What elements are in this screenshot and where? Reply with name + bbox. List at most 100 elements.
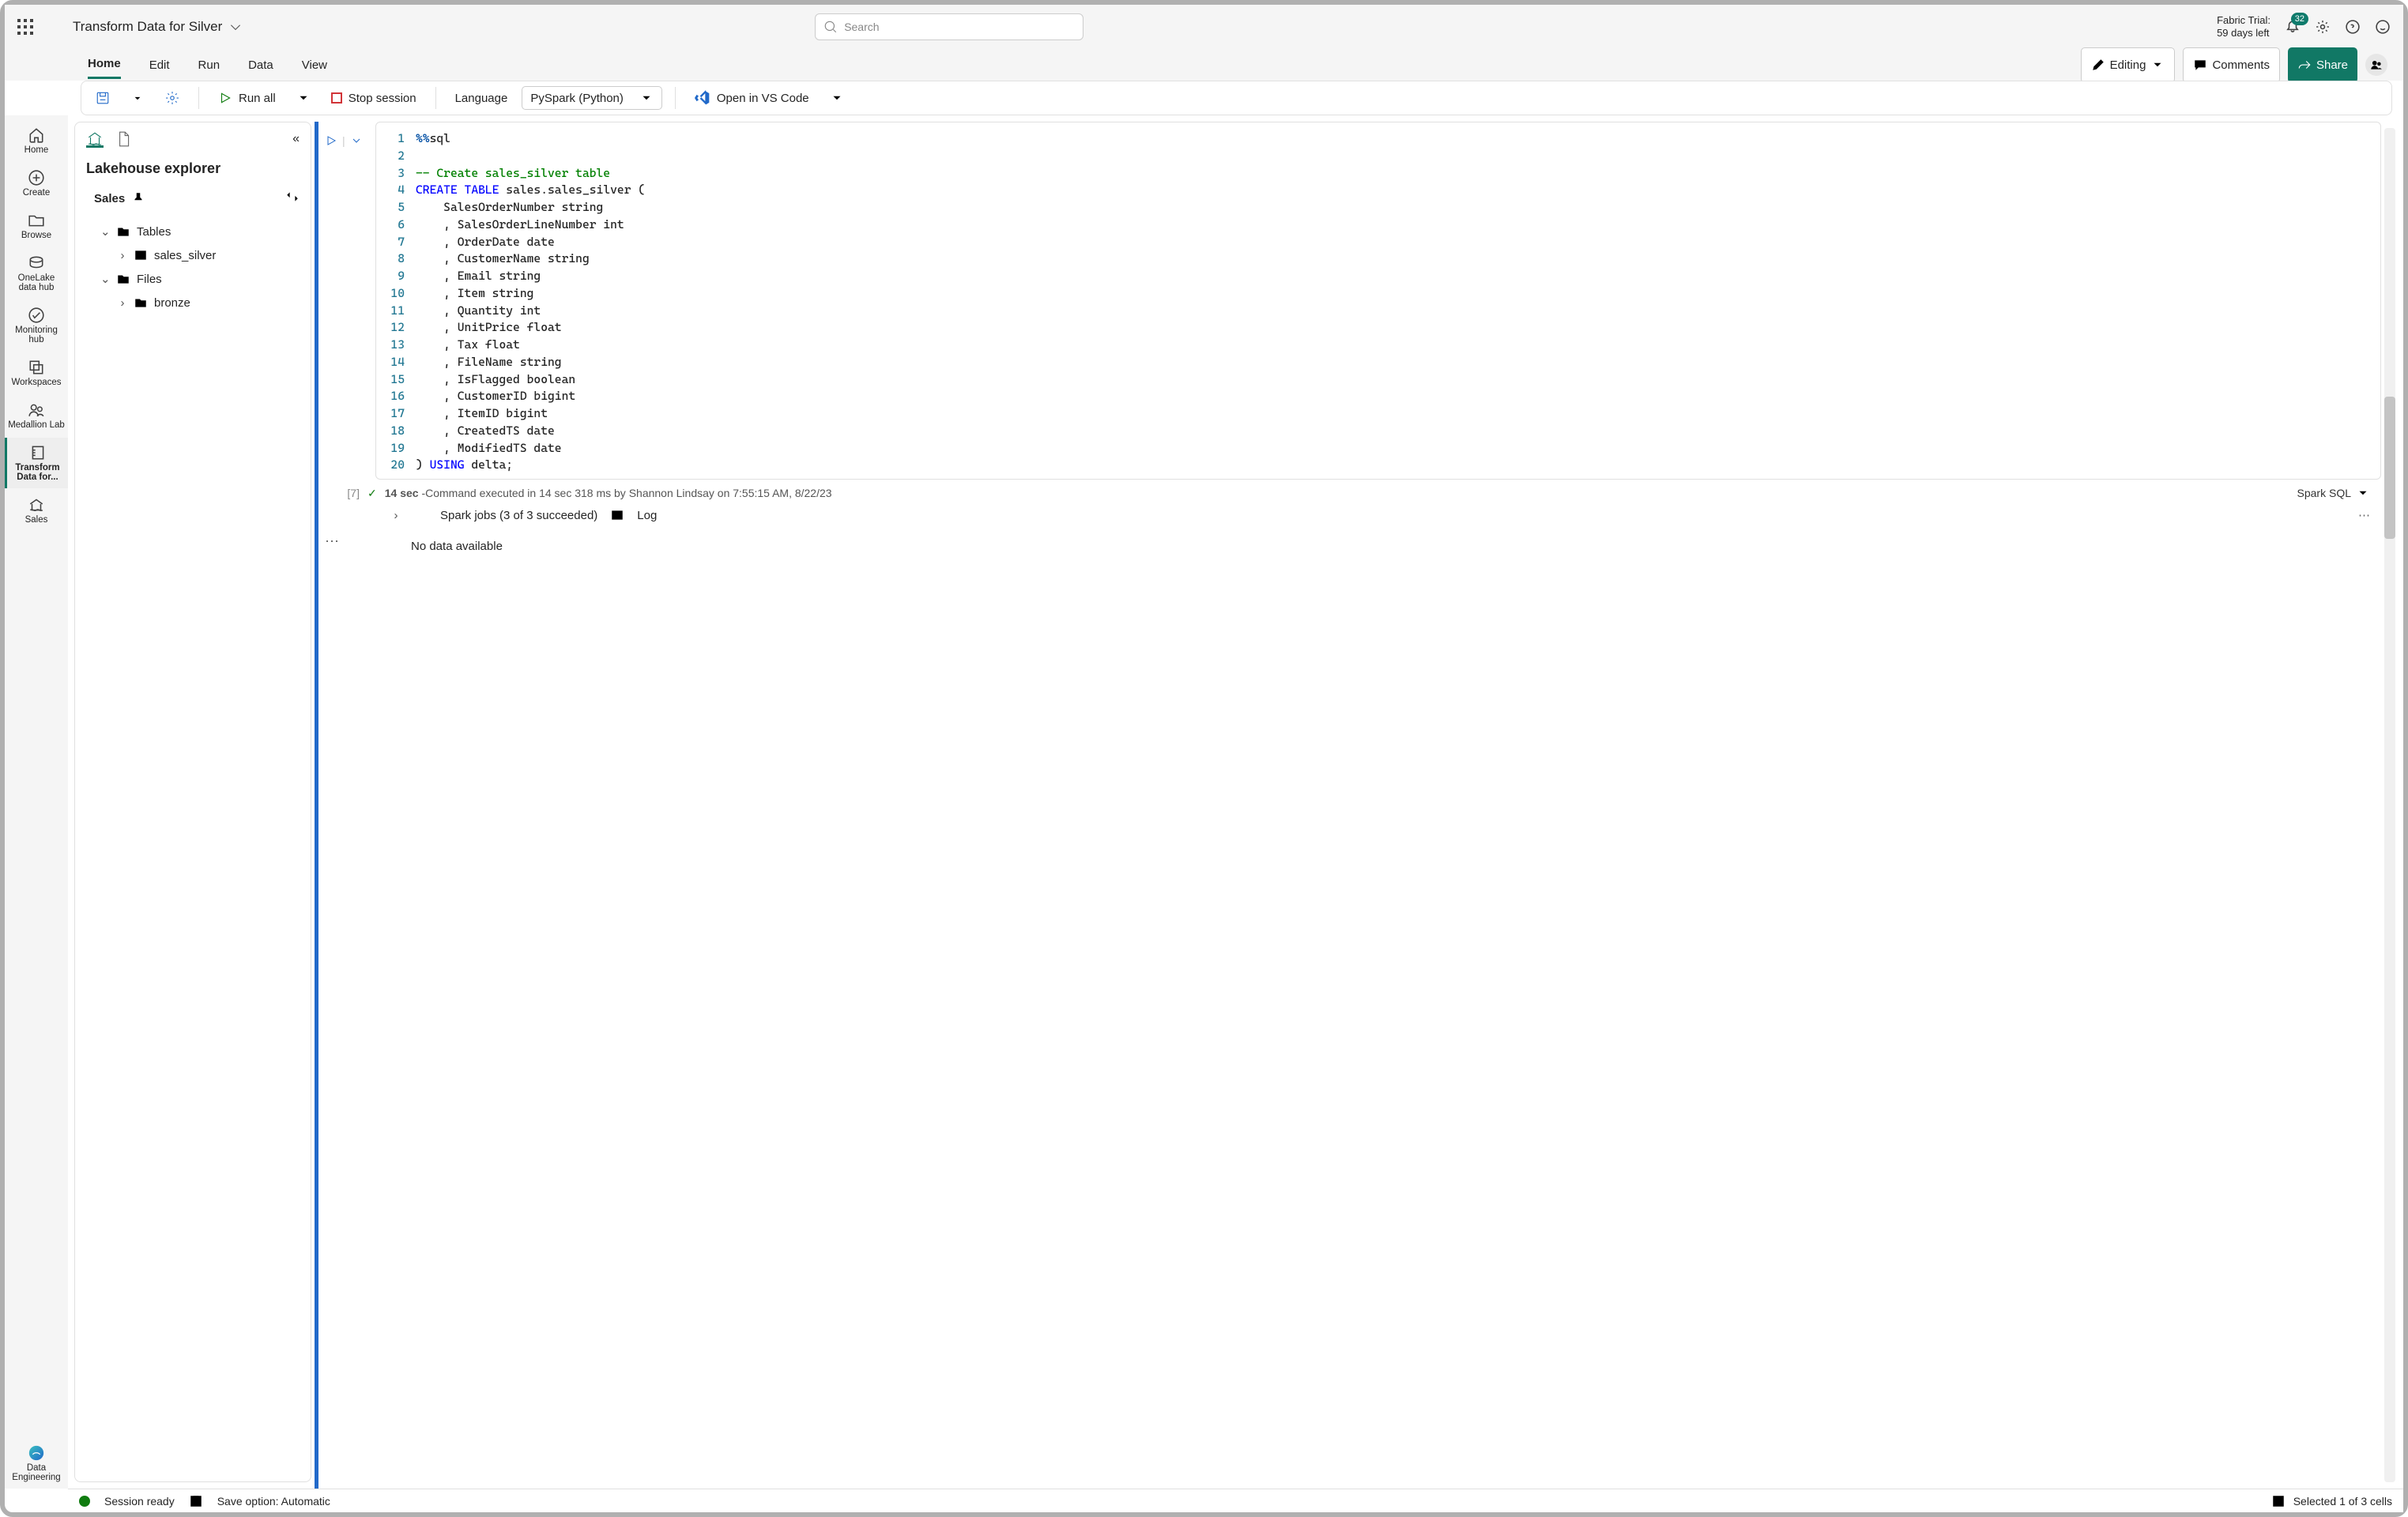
tree-node-sales-silver[interactable]: › sales_silver: [86, 243, 300, 267]
tab-run[interactable]: Run: [198, 52, 220, 78]
settings-tool-button[interactable]: [159, 88, 186, 108]
notebook-cell: | M↓ ⋯ 1%%sql: [315, 122, 2381, 1489]
tab-view[interactable]: View: [302, 52, 327, 78]
document-icon: [115, 130, 132, 148]
tree-node-bronze[interactable]: › bronze: [86, 291, 300, 314]
chevron-down-icon: [830, 91, 844, 105]
rail-home[interactable]: Home: [5, 120, 68, 161]
rail-create[interactable]: Create: [5, 163, 68, 204]
trash-icon[interactable]: [2363, 115, 2377, 116]
stop-session-button[interactable]: Stop session: [325, 88, 423, 108]
cell-status-row: [7] ✓ 14 sec -Command executed in 14 sec…: [325, 480, 2381, 506]
rail-persona[interactable]: Data Engineering: [5, 1438, 68, 1489]
question-icon: [2346, 20, 2360, 34]
output-more[interactable]: ⋯: [2358, 508, 2370, 522]
rail-workspaces[interactable]: Workspaces: [5, 352, 68, 393]
log-link[interactable]: Log: [637, 509, 657, 522]
editing-mode-button[interactable]: Editing: [2081, 47, 2176, 83]
language-label: Language: [449, 88, 514, 108]
rail-onelake[interactable]: OneLake data hub: [5, 248, 68, 299]
ribbon-toolbar: Run all Stop session Language PySpark (P…: [81, 81, 2392, 115]
chevron-down-icon: [639, 91, 654, 105]
spark-jobs-link[interactable]: Spark jobs (3 of 3 succeeded): [440, 509, 597, 522]
freeze-icon[interactable]: [2318, 115, 2332, 116]
account-avatar[interactable]: [2365, 54, 2387, 76]
cell-counter: [7]: [325, 487, 360, 499]
search-icon: [823, 20, 838, 34]
notification-badge: 32: [2291, 13, 2308, 25]
workspaces-icon: [28, 359, 45, 376]
session-indicator-icon: [79, 1496, 90, 1507]
run-all-dropdown[interactable]: [290, 88, 317, 108]
feedback-button[interactable]: [2375, 19, 2391, 35]
smile-icon: [2376, 20, 2390, 34]
rail-browse[interactable]: Browse: [5, 205, 68, 247]
collapse-panel-button[interactable]: «: [292, 132, 300, 146]
save-icon: [189, 1494, 203, 1508]
vscode-dropdown[interactable]: [823, 88, 850, 108]
more-actions[interactable]: ⋯: [2343, 115, 2352, 116]
comment-icon: [2193, 58, 2207, 72]
tab-data[interactable]: Data: [248, 52, 273, 78]
cell-language-select[interactable]: Spark SQL: [2297, 486, 2370, 500]
download-button[interactable]: [124, 88, 151, 108]
pin-icon: [131, 191, 145, 205]
comments-button[interactable]: Comments: [2183, 47, 2280, 83]
tree-node-tables[interactable]: ⌄ Tables: [86, 220, 300, 243]
search-input[interactable]: Search: [815, 13, 1083, 40]
code-editor[interactable]: M↓ ⋯ 1%%sql 2 3-- Create sales_silver ta…: [375, 122, 2381, 480]
cell-toolbar: M↓ ⋯: [2219, 115, 2377, 116]
document-title[interactable]: Transform Data for Silver: [73, 19, 243, 35]
delete-cell-icon[interactable]: [2242, 115, 2256, 116]
save-icon: [96, 91, 110, 105]
settings-button[interactable]: [2315, 19, 2331, 35]
users-icon: [28, 401, 45, 419]
explorer-tab-files[interactable]: [115, 130, 132, 148]
folder-icon: [28, 212, 45, 229]
vertical-scrollbar[interactable]: [2384, 128, 2395, 1482]
explorer-title: Lakehouse explorer: [86, 160, 300, 177]
save-button[interactable]: [89, 88, 116, 108]
share-button[interactable]: Share: [2288, 47, 2357, 83]
run-all-button[interactable]: Run all: [212, 88, 282, 108]
rail-medallion[interactable]: Medallion Lab: [5, 395, 68, 436]
rail-monitoring[interactable]: Monitoring hub: [5, 300, 68, 351]
play-icon: [218, 91, 232, 105]
lakehouse-explorer-panel: « Lakehouse explorer Sales ⌄ Tables › sa…: [74, 122, 311, 1482]
app-launcher-icon[interactable]: [17, 19, 33, 35]
swap-button[interactable]: [285, 190, 300, 207]
expand-output[interactable]: ›: [391, 509, 401, 522]
trial-status: Fabric Trial: 59 days left: [2217, 14, 2270, 39]
rail-sales[interactable]: Sales: [5, 490, 68, 531]
status-bar: Session ready Save option: Automatic Sel…: [68, 1489, 2403, 1512]
lakehouse-icon: [86, 130, 104, 148]
copy-cell-icon[interactable]: [2267, 115, 2282, 116]
chevron-down-icon: [296, 91, 311, 105]
run-cell-button[interactable]: [325, 134, 337, 147]
gear-icon: [165, 91, 179, 105]
lock-icon[interactable]: [2293, 115, 2307, 116]
folder-icon: [116, 272, 130, 286]
tree-node-files[interactable]: ⌄ Files: [86, 267, 300, 291]
explorer-database[interactable]: Sales: [86, 185, 300, 212]
download-icon: [130, 91, 145, 105]
tab-home[interactable]: Home: [88, 51, 121, 79]
language-select[interactable]: PySpark (Python): [522, 86, 662, 110]
explorer-tab-lakehouse[interactable]: [86, 130, 104, 148]
check-icon: ✓: [367, 487, 377, 500]
log-icon: [610, 508, 624, 522]
open-vscode-button[interactable]: Open in VS Code: [688, 87, 816, 109]
cell-more-menu[interactable]: ⋯: [325, 529, 348, 616]
chevron-right-icon: ›: [118, 296, 127, 310]
notifications-button[interactable]: 32: [2285, 19, 2301, 35]
home-icon: [28, 126, 45, 144]
people-icon: [2369, 58, 2384, 72]
rail-transform[interactable]: Transform Data for...: [5, 438, 68, 488]
help-button[interactable]: [2345, 19, 2361, 35]
stop-icon: [331, 92, 342, 104]
run-dropdown[interactable]: [350, 134, 363, 147]
onelake-icon: [28, 254, 45, 272]
output-empty: No data available: [348, 529, 503, 616]
table-icon: [134, 248, 148, 262]
tab-edit[interactable]: Edit: [149, 52, 170, 78]
